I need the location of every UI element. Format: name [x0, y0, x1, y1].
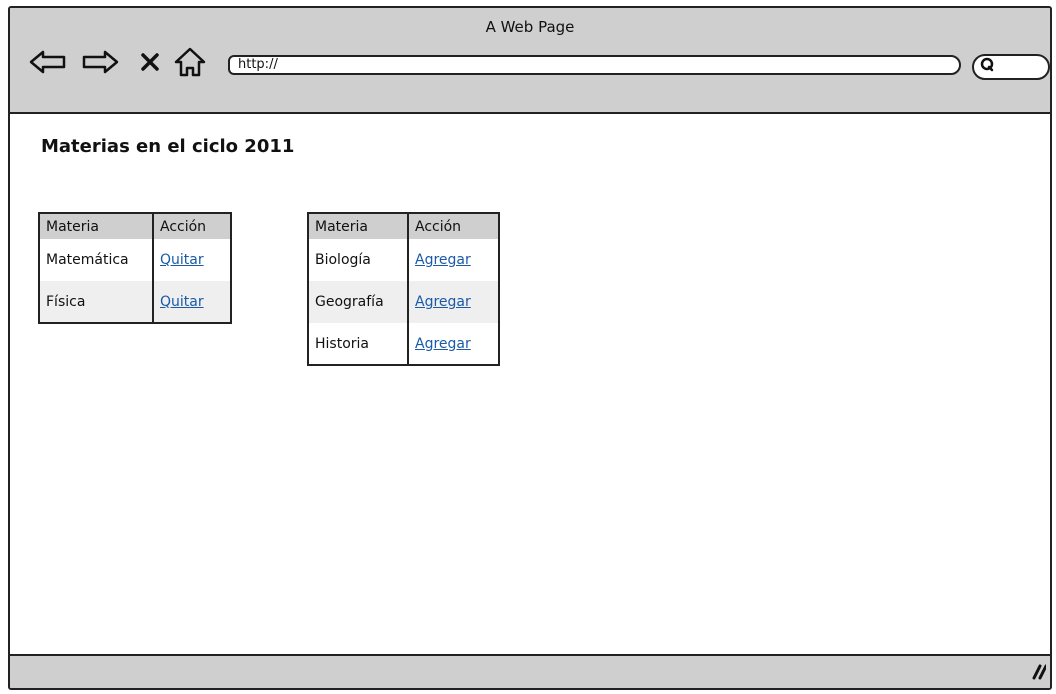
action-cell: Agregar: [408, 323, 499, 365]
action-cell: Quitar: [153, 239, 231, 281]
subject-cell: Matemática: [39, 239, 154, 281]
table-header-row: Materia Acción: [308, 213, 499, 239]
table-row: Física Quitar: [39, 281, 231, 323]
column-header-action: Acción: [153, 213, 231, 239]
add-link[interactable]: Agregar: [415, 336, 471, 352]
subject-cell: Geografía: [308, 281, 409, 323]
search-icon: [980, 57, 996, 77]
subject-cell: Historia: [308, 323, 409, 365]
action-cell: Quitar: [153, 281, 231, 323]
status-bar: [10, 654, 1050, 688]
address-bar[interactable]: http://: [228, 55, 961, 75]
remove-link[interactable]: Quitar: [160, 294, 204, 310]
action-cell: Agregar: [408, 281, 499, 323]
page-content: Materias en el ciclo 2011 Materia Acción…: [10, 114, 1050, 656]
remove-link[interactable]: Quitar: [160, 252, 204, 268]
back-arrow-icon[interactable]: [28, 42, 68, 82]
resize-grip-icon[interactable]: [1026, 662, 1048, 684]
column-header-action: Acción: [408, 213, 499, 239]
table-row: Historia Agregar: [308, 323, 499, 365]
add-link[interactable]: Agregar: [415, 252, 471, 268]
search-box[interactable]: [972, 54, 1050, 80]
browser-window: A Web Page http:// Materias en el ciclo …: [8, 6, 1052, 690]
forward-arrow-icon[interactable]: [80, 42, 120, 82]
page-title: Materias en el ciclo 2011: [41, 136, 295, 157]
home-icon[interactable]: [170, 42, 210, 82]
address-bar-text: http://: [238, 57, 278, 72]
column-header-subject: Materia: [308, 213, 409, 239]
table-header-row: Materia Acción: [39, 213, 231, 239]
close-icon[interactable]: [130, 42, 170, 82]
table-row: Matemática Quitar: [39, 239, 231, 281]
subject-cell: Biología: [308, 239, 409, 281]
enrolled-subjects-table: Materia Acción Matemática Quitar Física …: [38, 212, 232, 324]
subject-cell: Física: [39, 281, 154, 323]
table-row: Geografía Agregar: [308, 281, 499, 323]
browser-titlebar: A Web Page http://: [10, 8, 1050, 114]
action-cell: Agregar: [408, 239, 499, 281]
table-row: Biología Agregar: [308, 239, 499, 281]
available-subjects-table: Materia Acción Biología Agregar Geografí…: [307, 212, 500, 366]
column-header-subject: Materia: [39, 213, 154, 239]
window-title: A Web Page: [485, 18, 575, 36]
add-link[interactable]: Agregar: [415, 294, 471, 310]
